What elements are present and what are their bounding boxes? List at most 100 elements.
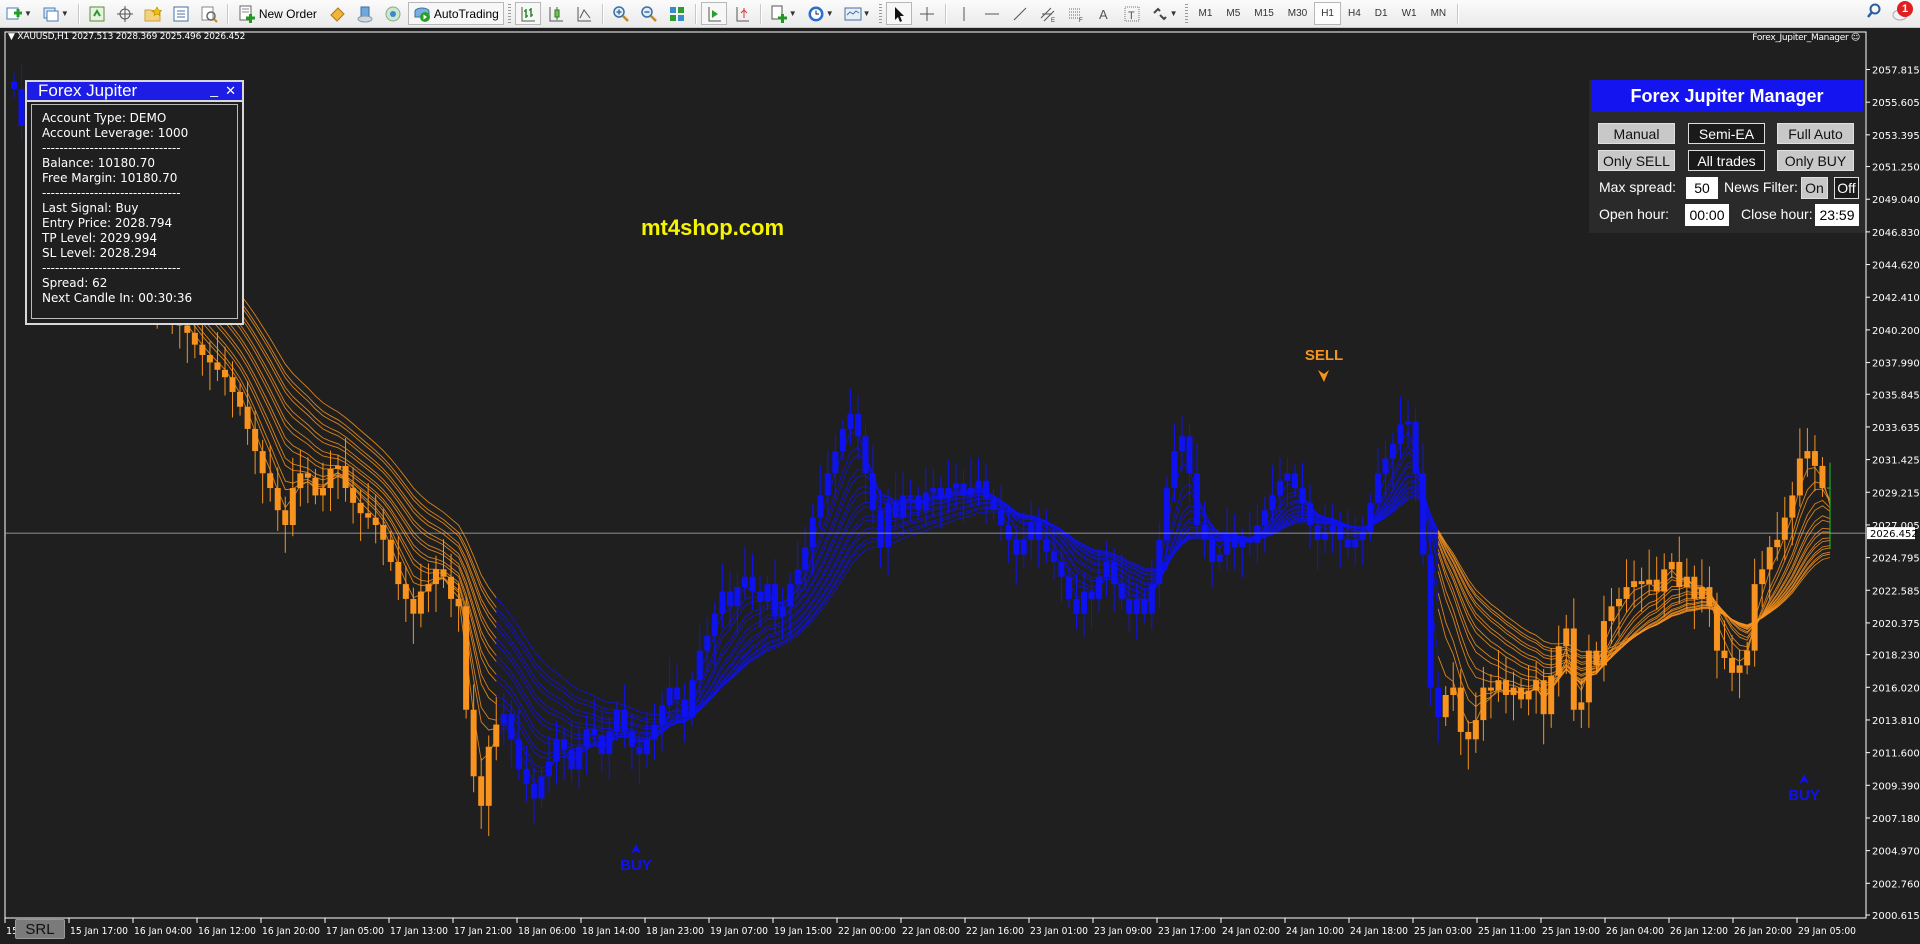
auto-scroll-button[interactable] xyxy=(700,2,727,25)
line-chart-button[interactable] xyxy=(571,2,597,25)
profiles-button[interactable]: ▼ xyxy=(38,2,73,25)
fibonacci-button[interactable]: F xyxy=(1063,2,1089,25)
max-spread-input[interactable]: 50 xyxy=(1686,177,1718,199)
timeframe-d1-button[interactable]: D1 xyxy=(1368,2,1395,25)
close-hour-input[interactable]: 23:59 xyxy=(1815,204,1859,226)
x-tick-label: 18 Jan 14:00 xyxy=(582,926,640,937)
collapse-triangle-icon[interactable]: ▼ xyxy=(8,32,17,42)
market-button[interactable] xyxy=(380,2,406,25)
market-watch-button[interactable] xyxy=(84,2,110,25)
candle-body xyxy=(1457,687,1464,732)
candle-body xyxy=(922,492,929,511)
all-trades-button[interactable]: All trades xyxy=(1688,150,1765,171)
toolbar-grip[interactable] xyxy=(878,3,882,24)
candle-body xyxy=(1269,495,1276,511)
only-sell-button[interactable]: Only SELL xyxy=(1598,150,1675,171)
crosshair-button[interactable] xyxy=(914,2,940,25)
timeframe-mn-button[interactable]: MN xyxy=(1424,2,1454,25)
candle-body xyxy=(809,517,816,548)
news-filter-on-button[interactable]: On xyxy=(1801,177,1828,199)
candle-body xyxy=(1133,598,1140,614)
toolbar-separator xyxy=(77,3,79,24)
candle-body xyxy=(900,495,907,518)
candle-body xyxy=(1073,598,1080,614)
trendline-button[interactable] xyxy=(1007,2,1033,25)
info-separator: -------------------------------- xyxy=(42,186,181,200)
candle-body xyxy=(606,731,613,755)
candle-body xyxy=(1683,576,1690,588)
semi-ea-mode-button[interactable]: Semi-EA xyxy=(1688,123,1765,144)
timeframe-h4-button[interactable]: H4 xyxy=(1341,2,1368,25)
candle-body xyxy=(1502,680,1509,695)
srl-button[interactable]: SRL xyxy=(15,919,65,939)
candlestick-chart-button[interactable] xyxy=(543,2,569,25)
terminal-button[interactable] xyxy=(168,2,194,25)
text-button[interactable]: A xyxy=(1091,2,1117,25)
zoom-out-button[interactable] xyxy=(636,2,662,25)
zoom-out-icon xyxy=(640,5,658,23)
navigator-button[interactable] xyxy=(140,2,166,25)
candle-body xyxy=(1819,465,1826,489)
notifications-button[interactable]: 1 xyxy=(1892,1,1913,22)
periods-button[interactable]: ▼ xyxy=(803,2,838,25)
expert-advisor-label[interactable]: Forex_Jupiter_Manager ☺ xyxy=(1752,33,1860,43)
zoom-in-button[interactable] xyxy=(608,2,634,25)
arrows-button[interactable]: ▼ xyxy=(1147,2,1182,25)
candle-body xyxy=(681,699,688,718)
full-auto-mode-button[interactable]: Full Auto xyxy=(1777,123,1854,144)
candle-body xyxy=(576,746,583,769)
toolbar-grip[interactable] xyxy=(507,3,511,24)
equidistant-channel-button[interactable]: E xyxy=(1035,2,1061,25)
timeframe-m5-button[interactable]: M5 xyxy=(1219,2,1247,25)
indicators-button[interactable]: ▼ xyxy=(766,2,801,25)
candle-body xyxy=(1231,532,1238,548)
folder-star-icon xyxy=(144,5,163,23)
svg-text:F: F xyxy=(1079,18,1083,23)
search-icon[interactable] xyxy=(1866,3,1882,22)
only-buy-button[interactable]: Only BUY xyxy=(1777,150,1854,171)
signals-button[interactable] xyxy=(352,2,378,25)
news-filter-off-button[interactable]: Off xyxy=(1834,177,1859,199)
forex-jupiter-manager-panel: Forex Jupiter Manager Manual Semi-EA Ful… xyxy=(1589,80,1865,233)
timeframe-m30-button[interactable]: M30 xyxy=(1281,2,1314,25)
tile-windows-button[interactable] xyxy=(664,2,690,25)
manual-mode-button[interactable]: Manual xyxy=(1598,123,1675,144)
horizontal-line-icon xyxy=(983,5,1001,23)
candle-body xyxy=(1254,524,1261,543)
chevron-down-icon: ▼ xyxy=(60,9,69,18)
data-window-button[interactable] xyxy=(112,2,138,25)
cursor-button[interactable] xyxy=(885,2,912,25)
candle-body xyxy=(11,81,17,89)
candle-body xyxy=(440,569,447,577)
timeframe-h1-button[interactable]: H1 xyxy=(1314,2,1341,25)
new-chart-button[interactable]: ▼ xyxy=(1,2,36,25)
x-tick-label: 15 Jan 17:00 xyxy=(70,926,128,937)
templates-button[interactable]: ▼ xyxy=(840,2,875,25)
minimize-icon[interactable]: _ xyxy=(210,80,218,98)
candle-body xyxy=(1713,606,1720,651)
close-icon[interactable]: ✕ xyxy=(225,82,236,100)
timeframe-m15-button[interactable]: M15 xyxy=(1247,2,1280,25)
autotrading-button[interactable]: AutoTrading xyxy=(407,2,504,25)
buy-signal-label: BUY xyxy=(1788,787,1820,804)
open-hour-input[interactable]: 00:00 xyxy=(1685,204,1729,226)
candle-body xyxy=(1246,539,1253,543)
vertical-line-button[interactable] xyxy=(951,2,977,25)
strategy-tester-button[interactable] xyxy=(196,2,222,25)
chart-window[interactable]: 2057.815 2055.605 2053.395 2051.250 2049.040… xyxy=(0,28,1920,944)
timeframe-m1-button[interactable]: M1 xyxy=(1191,2,1219,25)
toolbar-grip[interactable] xyxy=(1185,3,1189,24)
horizontal-line-button[interactable] xyxy=(979,2,1005,25)
ma-fan-line xyxy=(495,489,1439,730)
chart-shift-button[interactable] xyxy=(729,2,755,25)
info-panel-title[interactable]: Forex Jupiter _ ✕ xyxy=(27,80,242,102)
metaeditor-button[interactable] xyxy=(324,2,350,25)
timeframe-w1-button[interactable]: W1 xyxy=(1395,2,1424,25)
text-label-button[interactable]: T xyxy=(1119,2,1145,25)
bar-chart-button[interactable] xyxy=(514,2,541,25)
y-tick-label: 2013.810 xyxy=(1872,716,1920,727)
new-order-button[interactable]: New Order xyxy=(233,2,322,25)
candle-body xyxy=(1759,569,1766,585)
candle-body xyxy=(1239,539,1246,548)
current-price-label: 2026.452 xyxy=(1870,529,1918,540)
